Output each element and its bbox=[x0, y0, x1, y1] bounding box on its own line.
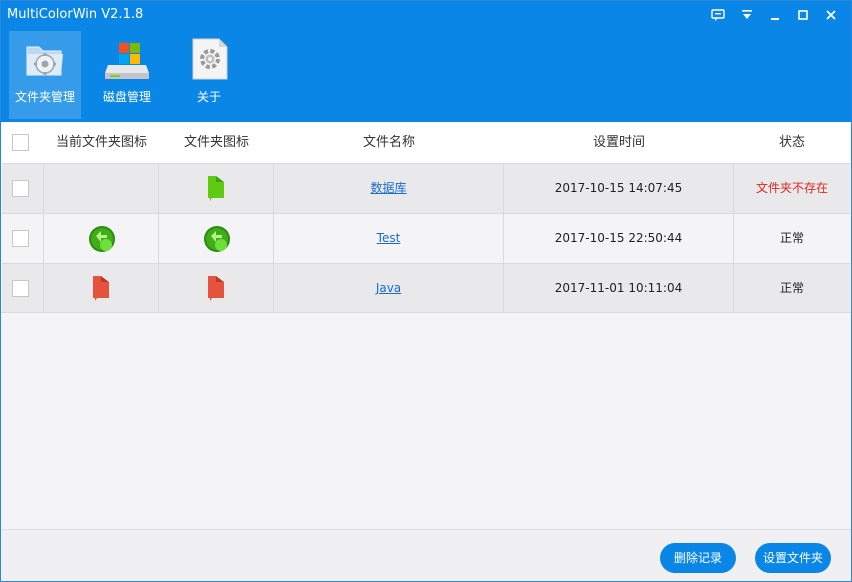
status-cell: 正常 bbox=[779, 281, 804, 295]
header-current-icon: 当前文件夹图标 bbox=[55, 135, 147, 150]
red-folder-icon bbox=[93, 276, 109, 301]
tool-folder-manage-label: 文件夹管理 bbox=[14, 90, 75, 104]
disk-manage-icon bbox=[105, 37, 149, 81]
feedback-icon[interactable] bbox=[707, 6, 729, 24]
set-time-cell: 2017-10-15 22:50:44 bbox=[504, 214, 734, 263]
file-name-link[interactable]: 数据库 bbox=[370, 181, 406, 195]
set-folder-button[interactable]: 设置文件夹 bbox=[755, 543, 831, 573]
tool-folder-manage[interactable]: 文件夹管理 bbox=[9, 31, 81, 119]
row-checkbox[interactable] bbox=[12, 280, 29, 297]
about-gear-icon bbox=[187, 37, 231, 81]
table-row[interactable]: Java 2017-11-01 10:11:04 正常 bbox=[2, 263, 850, 313]
tool-disk-manage[interactable]: 磁盘管理 bbox=[91, 31, 163, 119]
set-time-cell: 2017-10-15 14:07:45 bbox=[504, 164, 734, 213]
select-all-checkbox[interactable] bbox=[12, 134, 29, 151]
status-cell: 正常 bbox=[779, 231, 804, 245]
minimize-icon[interactable] bbox=[764, 6, 786, 24]
tool-about-label: 关于 bbox=[196, 90, 221, 104]
row-checkbox[interactable] bbox=[12, 230, 29, 247]
table-row[interactable]: Test 2017-10-15 22:50:44 正常 bbox=[2, 213, 850, 263]
folder-manage-icon bbox=[23, 37, 67, 81]
tool-about[interactable]: 关于 bbox=[173, 31, 245, 119]
file-name-link[interactable]: Test bbox=[377, 231, 401, 245]
header-set-time: 设置时间 bbox=[592, 135, 645, 150]
title-toolbar-area: MultiColorWin V2.1.8 文件夹管理 磁盘管理 关于 bbox=[1, 1, 851, 122]
window-title: MultiColorWin V2.1.8 bbox=[7, 7, 144, 22]
header-file-name: 文件名称 bbox=[362, 135, 415, 150]
red-folder-icon bbox=[208, 276, 224, 301]
tool-disk-manage-label: 磁盘管理 bbox=[102, 90, 151, 104]
table-row[interactable]: 数据库 2017-10-15 14:07:45 文件夹不存在 bbox=[2, 163, 850, 213]
status-cell: 文件夹不存在 bbox=[755, 181, 828, 195]
header-folder-icon: 文件夹图标 bbox=[183, 135, 249, 150]
maximize-icon[interactable] bbox=[792, 6, 814, 24]
file-name-link[interactable]: Java bbox=[376, 281, 401, 295]
header-status: 状态 bbox=[778, 135, 805, 150]
menu-dropdown-icon[interactable] bbox=[736, 6, 758, 24]
table-header: 当前文件夹图标 文件夹图标 文件名称 设置时间 状态 bbox=[2, 122, 850, 163]
set-time-cell: 2017-11-01 10:11:04 bbox=[504, 264, 734, 313]
green-ball-icon bbox=[204, 226, 230, 252]
green-ball-icon bbox=[89, 226, 115, 252]
current-icon-cell bbox=[44, 164, 159, 213]
app-window: MultiColorWin V2.1.8 文件夹管理 磁盘管理 关于 当前文件夹… bbox=[0, 0, 852, 582]
footer-bar: 删除记录 设置文件夹 bbox=[1, 529, 851, 581]
table-divider bbox=[1, 312, 851, 313]
delete-record-button[interactable]: 删除记录 bbox=[660, 543, 736, 573]
close-icon[interactable] bbox=[820, 6, 842, 24]
row-checkbox[interactable] bbox=[12, 180, 29, 197]
green-folder-icon bbox=[208, 176, 224, 201]
